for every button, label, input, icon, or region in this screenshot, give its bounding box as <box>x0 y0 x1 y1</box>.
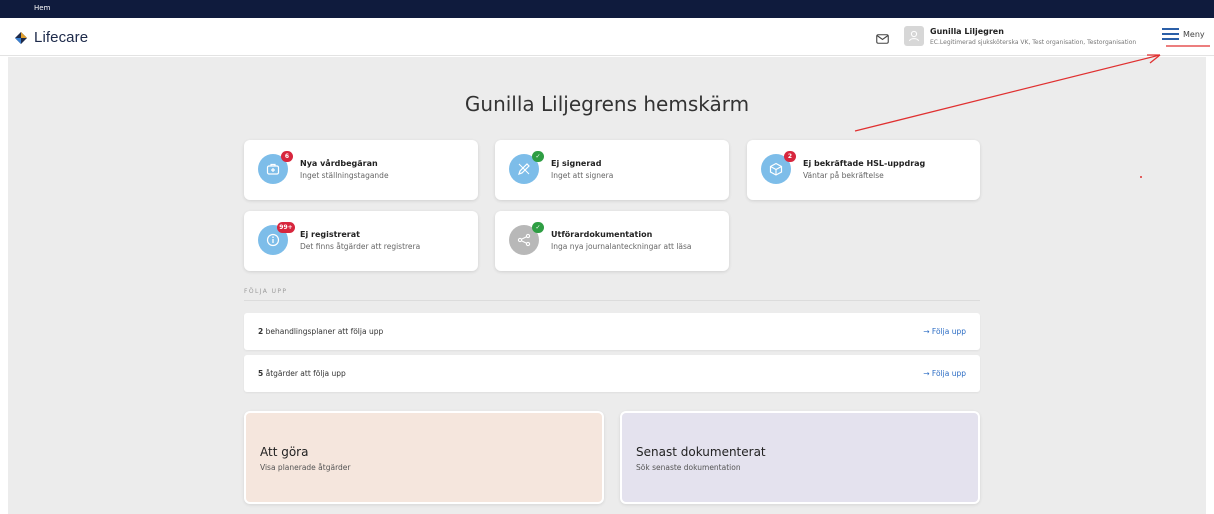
lifecare-logo-icon <box>14 31 28 45</box>
card-subtitle: Sök senaste dokumentation <box>636 463 741 472</box>
follow-up-row-atgarder: 5 åtgärder att följa upp → Följa upp <box>244 355 980 392</box>
count-badge: 99+ <box>277 222 295 233</box>
card-subtitle: Visa planerade åtgärder <box>260 463 351 472</box>
card-subtitle: Väntar på bekräftelse <box>803 171 884 180</box>
annotation-dot <box>1140 176 1142 178</box>
page-title: Gunilla Liljegrens hemskärm <box>464 92 750 116</box>
card-title: Ej signerad <box>551 159 602 168</box>
avatar-icon <box>909 30 919 42</box>
card-ej-signerad[interactable]: ✓ Ej signerad Inget att signera <box>495 140 729 200</box>
card-utforardokumentation[interactable]: ✓ Utförardokumentation Inga nya journala… <box>495 211 729 271</box>
menu-button[interactable]: Meny <box>1162 28 1205 40</box>
card-ej-bekraftade-hsl[interactable]: 2 Ej bekräftade HSL-uppdrag Väntar på be… <box>747 140 980 200</box>
card-title: Ej registrerat <box>300 230 360 239</box>
menu-label: Meny <box>1183 29 1205 39</box>
follow-up-link[interactable]: → Följa upp <box>923 369 966 378</box>
logo[interactable]: Lifecare <box>14 29 88 46</box>
count-badge: 2 <box>784 151 796 162</box>
card-title: Nya vårdbegäran <box>300 159 378 168</box>
card-subtitle: Inget ställningstagande <box>300 171 389 180</box>
follow-up-row-behandlingsplaner: 2 behandlingsplaner att följa upp → Följ… <box>244 313 980 350</box>
card-att-gora[interactable]: Att göra Visa planerade åtgärder <box>244 411 604 504</box>
card-subtitle: Det finns åtgärder att registrera <box>300 242 421 251</box>
main-area <box>8 57 1206 514</box>
count-badge: 6 <box>281 151 293 162</box>
logo-text: Lifecare <box>34 29 89 46</box>
card-subtitle: Inga nya journalanteckningar att läsa <box>551 242 692 251</box>
avatar[interactable] <box>904 26 924 46</box>
follow-up-section-label: FÖLJA UPP <box>244 288 288 295</box>
row-text: 2 behandlingsplaner att följa upp <box>258 327 384 336</box>
header: Lifecare Gunilla Liljegren EC.Legitimera… <box>0 18 1214 56</box>
card-senast-dokumenterat[interactable]: Senast dokumenterat Sök senaste dokument… <box>620 411 980 504</box>
card-ej-registrerat[interactable]: 99+ Ej registrerat Det finns åtgärder at… <box>244 211 478 271</box>
card-nya-vardbegaran[interactable]: 6 Nya vårdbegäran Inget ställningstagand… <box>244 140 478 200</box>
top-strip: Hem <box>0 0 1214 18</box>
card-subtitle: Inget att signera <box>551 171 614 180</box>
check-badge-icon: ✓ <box>532 151 544 162</box>
card-title: Senast dokumenterat <box>636 445 766 459</box>
user-name[interactable]: Gunilla Liljegren <box>930 27 1004 36</box>
card-title: Ej bekräftade HSL-uppdrag <box>803 159 926 168</box>
card-title: Att göra <box>260 445 309 459</box>
home-label[interactable]: Hem <box>34 4 50 12</box>
card-title: Utförardokumentation <box>551 230 653 239</box>
hamburger-icon <box>1162 28 1179 40</box>
check-badge-icon: ✓ <box>532 222 544 233</box>
mail-icon[interactable] <box>876 31 889 44</box>
row-text: 5 åtgärder att följa upp <box>258 369 346 378</box>
user-role: EC.Legitimerad sjuksköterska VK, Test or… <box>930 39 1137 46</box>
follow-up-link[interactable]: → Följa upp <box>923 327 966 336</box>
section-divider <box>244 300 980 301</box>
